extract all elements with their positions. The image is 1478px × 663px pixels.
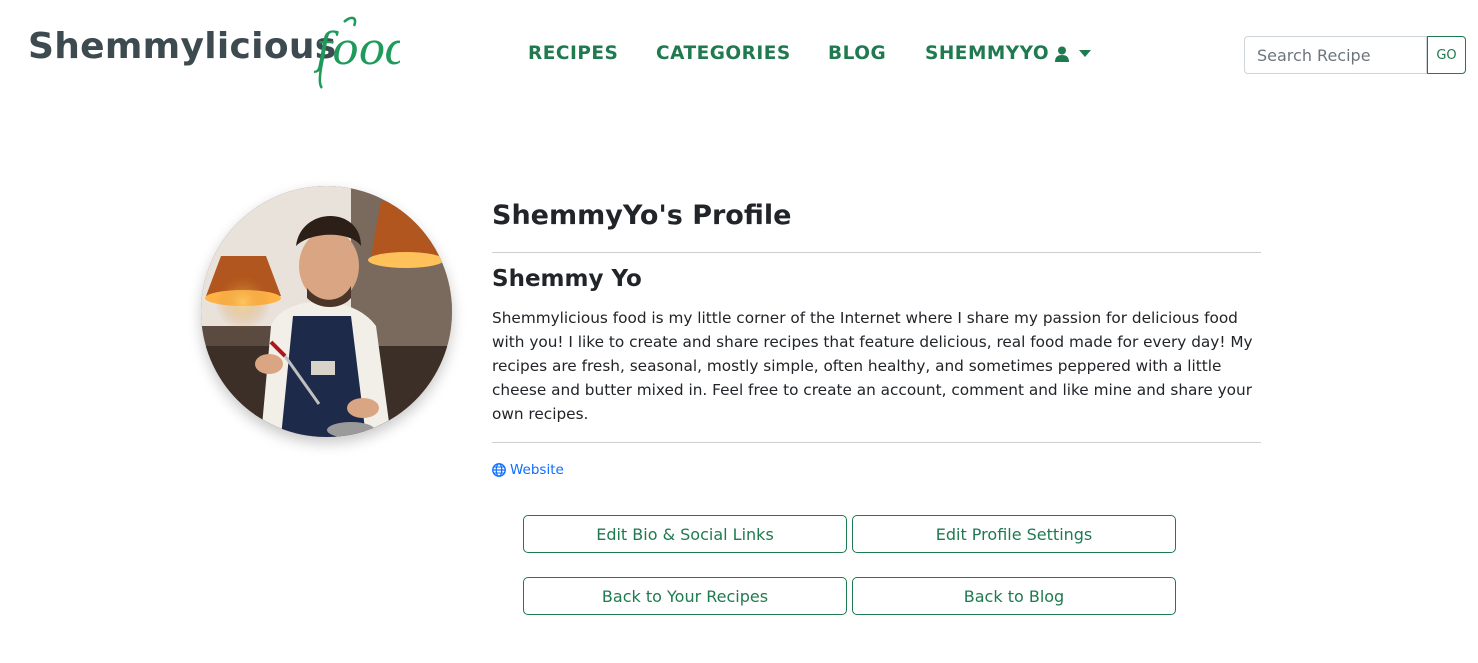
nav-categories[interactable]: CATEGORIES [656, 43, 791, 64]
website-label: Website [510, 462, 564, 478]
divider [492, 442, 1261, 443]
back-to-blog-button[interactable]: Back to Blog [852, 577, 1176, 615]
back-to-recipes-button[interactable]: Back to Your Recipes [523, 577, 847, 615]
brand-script-logo: food [314, 16, 400, 89]
search-input[interactable] [1244, 36, 1427, 74]
website-link[interactable]: Website [492, 462, 564, 478]
brand-name: Shemmylicious [28, 26, 337, 67]
profile-bio: Shemmylicious food is my little corner o… [492, 309, 1253, 423]
nav-user-label: SHEMMYYO [925, 43, 1050, 64]
profile-name: Shemmy Yo [492, 266, 642, 292]
user-icon [1055, 46, 1070, 62]
svg-text:food: food [314, 24, 400, 75]
brand-logo[interactable]: Shemmylicious food [28, 12, 408, 92]
globe-icon [492, 463, 506, 477]
nav-blog[interactable]: BLOG [828, 43, 886, 64]
nav-user-dropdown[interactable]: SHEMMYYO [925, 43, 1092, 64]
edit-profile-settings-button[interactable]: Edit Profile Settings [852, 515, 1176, 553]
divider [492, 252, 1261, 253]
chef-photo [201, 186, 452, 437]
search-go-button[interactable]: GO [1427, 36, 1466, 74]
edit-bio-button[interactable]: Edit Bio & Social Links [523, 515, 847, 553]
nav-recipes[interactable]: RECIPES [528, 43, 618, 64]
profile-avatar [201, 186, 452, 437]
caret-down-icon [1079, 49, 1092, 57]
profile-title: ShemmyYo's Profile [492, 200, 792, 231]
